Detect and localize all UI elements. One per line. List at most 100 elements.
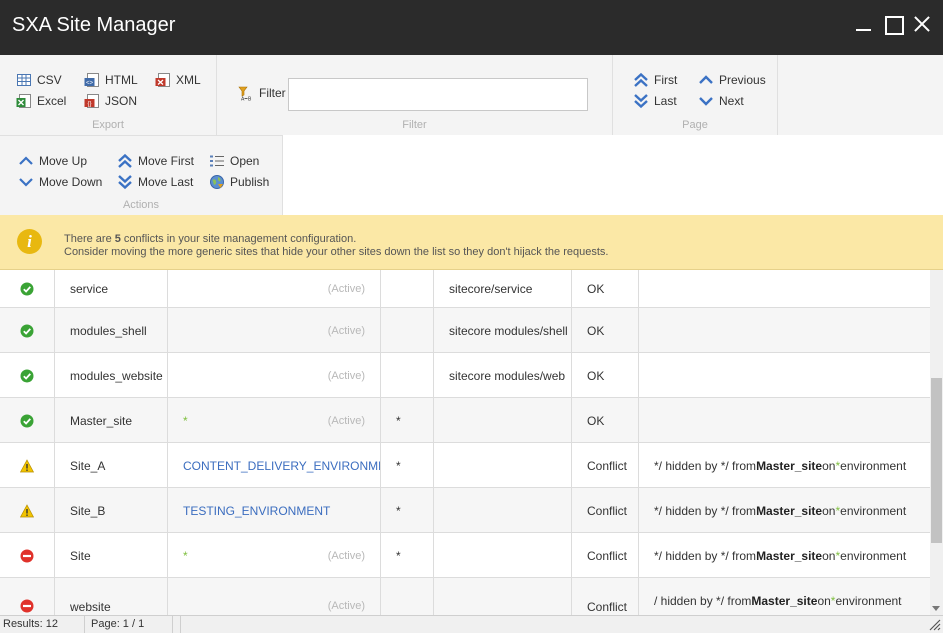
- table-row[interactable]: service (Active) sitecore/service OK: [0, 270, 930, 308]
- table-row[interactable]: Site_B TESTING_ENVIRONMENT * Conflict */ hid…: [0, 488, 930, 533]
- info-icon: i: [17, 229, 42, 254]
- close-button[interactable]: [910, 12, 934, 36]
- export-csv-label: CSV: [37, 73, 62, 87]
- vertical-scrollbar[interactable]: [930, 270, 943, 615]
- svg-text:B: B: [248, 97, 252, 102]
- message-site: Master_site: [756, 458, 823, 473]
- status-icon-cell: [0, 270, 55, 308]
- table-row[interactable]: website (Active) Conflict / hidden by */ fr…: [0, 578, 930, 615]
- window-title: SXA Site Manager: [12, 14, 176, 36]
- export-xml-button[interactable]: XML: [155, 71, 201, 89]
- status-icon-cell: [0, 488, 55, 533]
- hostname-cell: *: [381, 443, 434, 488]
- export-excel-label: Excel: [37, 94, 67, 108]
- message-text: on: [822, 503, 836, 518]
- table-row[interactable]: modules_website (Active) sitecore modules/…: [0, 353, 930, 398]
- page-group: First Last Previous Next Page: [613, 55, 778, 135]
- move-down-button[interactable]: Move Down: [18, 173, 102, 191]
- table-row[interactable]: Site * (Active) * Conflict */ hidden by */ fr…: [0, 533, 930, 578]
- previous-page-button[interactable]: Previous: [698, 71, 766, 89]
- actions-group-label: Actions: [122, 199, 160, 211]
- status-cell: Conflict: [572, 443, 639, 488]
- status-cell: Conflict: [572, 533, 639, 578]
- path-cell: sitecore/service: [434, 270, 572, 308]
- next-page-button[interactable]: Next: [698, 92, 744, 110]
- export-xml-label: XML: [176, 73, 201, 87]
- page-indicator: Page: 1 / 1: [88, 616, 173, 633]
- move-first-button[interactable]: Move First: [117, 152, 194, 170]
- environment-cell: (Active): [168, 353, 381, 398]
- export-json-label: JSON: [105, 94, 138, 108]
- site-name-cell: modules_shell: [55, 308, 168, 353]
- status-icon-cell: [0, 578, 55, 615]
- last-page-button[interactable]: Last: [633, 92, 677, 110]
- status-bar: Results: 12 Page: 1 / 1: [0, 615, 943, 633]
- status-cell: Conflict: [572, 578, 639, 615]
- xml-icon: [155, 72, 171, 88]
- message-text: */ hidden by */ from: [654, 548, 757, 563]
- export-html-label: HTML: [105, 73, 138, 87]
- check-icon: [20, 282, 34, 296]
- minimize-button[interactable]: [852, 12, 876, 36]
- blocked-icon: [20, 549, 34, 563]
- warning-icon: [20, 503, 34, 518]
- svg-text:{}: {}: [87, 102, 91, 108]
- path-cell: sitecore modules/shell: [434, 308, 572, 353]
- first-page-label: First: [654, 73, 678, 87]
- message-text: environment: [840, 548, 907, 563]
- environment-cell: TESTING_ENVIRONMENT: [168, 488, 381, 533]
- environment-value: *: [183, 548, 188, 563]
- open-button[interactable]: Open: [209, 152, 259, 170]
- message-text: environment: [840, 458, 907, 473]
- message-cell: / hidden by */ from Master_site on * env…: [639, 578, 930, 615]
- hostname-cell: [381, 578, 434, 615]
- table-row[interactable]: Master_site * (Active) * OK: [0, 398, 930, 443]
- csv-icon: [16, 72, 32, 88]
- environment-value[interactable]: CONTENT_DELIVERY_ENVIRONMENT: [183, 459, 380, 473]
- next-page-label: Next: [719, 94, 744, 108]
- chevron-up-icon: [18, 153, 34, 169]
- check-icon: [20, 414, 34, 428]
- site-name-cell: service: [55, 270, 168, 308]
- message-cell: */ hidden by */ from Master_site on * en…: [639, 533, 930, 578]
- open-label: Open: [230, 154, 260, 168]
- environment-value[interactable]: TESTING_ENVIRONMENT: [183, 504, 330, 518]
- environment-value: *: [183, 413, 188, 428]
- export-excel-button[interactable]: Excel: [16, 92, 66, 110]
- site-name-cell: Site_B: [55, 488, 168, 533]
- warning-icon: [20, 458, 34, 473]
- move-last-button[interactable]: Move Last: [117, 173, 193, 191]
- chevron-down-icon: [18, 174, 34, 190]
- path-cell: [434, 578, 572, 615]
- scrollbar-thumb[interactable]: [931, 378, 942, 543]
- filter-button[interactable]: AB Filter: [238, 84, 286, 102]
- resize-grip-icon[interactable]: [929, 619, 941, 631]
- svg-text:<>: <>: [86, 81, 94, 87]
- sites-grid: service (Active) sitecore/service OK modules…: [0, 270, 930, 615]
- check-icon: [20, 369, 34, 383]
- table-row[interactable]: Site_A CONTENT_DELIVERY_ENVIRONMENT * Confl…: [0, 443, 930, 488]
- export-group-label: Export: [92, 119, 124, 131]
- message-site: Master_site: [756, 503, 823, 518]
- environment-cell: (Active): [168, 308, 381, 353]
- svg-text:A: A: [241, 97, 245, 102]
- status-cell: OK: [572, 353, 639, 398]
- export-html-button[interactable]: <> HTML: [84, 71, 138, 89]
- notice-line-2: Consider moving the more generic sites t…: [64, 246, 609, 258]
- path-cell: sitecore modules/web: [434, 353, 572, 398]
- message-text: */ hidden by */ from: [654, 458, 757, 473]
- status-cell: OK: [572, 398, 639, 443]
- double-chevron-down-icon: [633, 93, 649, 109]
- publish-label: Publish: [230, 175, 270, 189]
- publish-button[interactable]: Publish: [209, 173, 269, 191]
- table-row[interactable]: modules_shell (Active) sitecore modules/sh…: [0, 308, 930, 353]
- move-up-button[interactable]: Move Up: [18, 152, 87, 170]
- maximize-button[interactable]: [881, 12, 905, 36]
- previous-page-label: Previous: [719, 73, 766, 87]
- message-text: on: [817, 594, 831, 608]
- scroll-down-arrow-icon[interactable]: [932, 606, 940, 611]
- export-json-button[interactable]: {} JSON: [84, 92, 137, 110]
- filter-input[interactable]: [288, 78, 588, 111]
- first-page-button[interactable]: First: [633, 71, 677, 89]
- export-csv-button[interactable]: CSV: [16, 71, 62, 89]
